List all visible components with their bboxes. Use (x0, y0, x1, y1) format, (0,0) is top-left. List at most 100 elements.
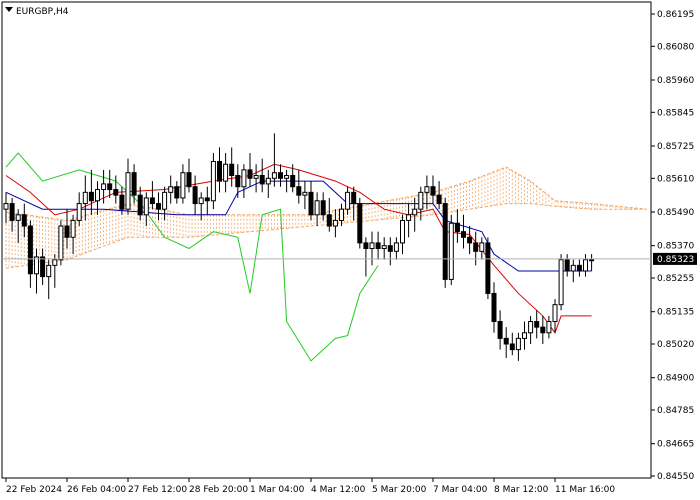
candle-body (46, 264, 52, 278)
candle-body (461, 231, 466, 238)
candle-body (393, 242, 399, 252)
candle-body (15, 214, 21, 221)
candle-body (314, 200, 320, 216)
y-tick-label: 0.85135 (657, 308, 694, 318)
candle-body (400, 219, 405, 244)
candle-body (406, 214, 412, 221)
candle-body (583, 259, 588, 272)
candle-body (503, 337, 509, 345)
candle-body (308, 191, 314, 216)
candle-body (509, 343, 515, 351)
candle-body (473, 242, 479, 252)
candle-body (326, 214, 332, 227)
candle-body (265, 177, 271, 185)
x-tick-label: 28 Feb 20:00 (189, 485, 248, 495)
candle-body (576, 264, 582, 272)
candle-body (528, 321, 534, 334)
candle-body (454, 222, 460, 233)
y-tick-label: 0.85845 (657, 108, 694, 118)
candle-body (253, 174, 259, 179)
candle-body (107, 183, 113, 191)
candle-body (424, 186, 430, 193)
y-tick-label: 0.85020 (657, 340, 694, 350)
candle-body (387, 245, 393, 252)
candle-body (58, 225, 64, 261)
y-tick-label: 0.85370 (657, 242, 694, 252)
candle-body (174, 186, 180, 199)
x-tick-label: 27 Feb 12:00 (128, 485, 187, 495)
candle-body (363, 242, 369, 250)
x-tick-label: 5 Mar 20:00 (372, 485, 427, 495)
candle-body (534, 321, 540, 328)
candle-body (369, 242, 375, 250)
candle-body (479, 242, 485, 252)
y-tick-label: 0.84550 (657, 472, 694, 482)
y-tick-label: 0.86195 (657, 10, 694, 20)
candle-body (198, 197, 204, 205)
candle-body (436, 194, 442, 205)
candle-body (76, 203, 82, 221)
candle-body (137, 194, 143, 216)
x-tick-label: 7 Mar 04:00 (433, 485, 488, 495)
candle-body (278, 172, 283, 179)
candle-body (302, 191, 308, 196)
candle-body (168, 186, 174, 193)
y-tick-label: 0.84785 (657, 406, 694, 416)
candle-body (375, 242, 381, 250)
candle-body (241, 169, 247, 188)
x-tick-label: 26 Feb 04:00 (67, 485, 126, 495)
candle-body (125, 172, 131, 210)
y-tick-label: 0.84900 (657, 374, 694, 384)
candle-body (3, 203, 9, 210)
candle-body (570, 264, 576, 272)
candle-body (223, 163, 229, 182)
candle-body (70, 219, 76, 238)
candle-body (345, 191, 351, 210)
candle-body (540, 326, 546, 334)
x-tick-label: 8 Mar 12:00 (494, 485, 549, 495)
y-tick-label: 0.84665 (657, 440, 694, 450)
candle-body (418, 191, 424, 210)
candle-body (442, 203, 448, 280)
candle-body (113, 189, 119, 196)
candle-body (491, 292, 497, 323)
candle-body (101, 183, 107, 191)
price-chart[interactable]: 0.86195 0.86080 0.85960 0.85845 0.85725 0.856… (0, 0, 700, 500)
candle-body (64, 225, 70, 238)
candle-body (552, 304, 558, 323)
candle-body (546, 321, 552, 334)
candle-body (180, 172, 186, 199)
candle-body (290, 174, 296, 188)
candle-body (210, 160, 216, 202)
candle-body (589, 259, 595, 262)
candle-body (186, 172, 192, 188)
candle-body (339, 208, 344, 221)
candle-body (558, 259, 564, 306)
candle-body (412, 208, 418, 216)
candle-body (564, 259, 570, 272)
x-tick-label: 1 Mar 04:00 (250, 485, 305, 495)
x-tick-label: 11 Mar 16:00 (555, 485, 615, 495)
candle-body (296, 186, 302, 196)
candle-body (162, 191, 168, 210)
candle-body (357, 203, 363, 244)
current-price-tag: 0.85323 (653, 252, 697, 265)
candle-body (156, 203, 161, 210)
x-axis: 22 Feb 2024 26 Feb 04:00 27 Feb 12:00 28 Fe… (5, 478, 615, 495)
candle-body (21, 214, 27, 227)
y-tick-label: 0.85490 (657, 208, 694, 218)
current-price-label: 0.85323 (657, 255, 694, 265)
candle-body (131, 172, 137, 196)
candle-body (259, 174, 265, 185)
candle-body (95, 189, 100, 202)
chart-title: EURGBP,H4 (16, 7, 69, 17)
candle-body (9, 203, 15, 221)
candle-body (485, 242, 491, 294)
candle-body (381, 245, 387, 250)
y-tick-label: 0.85255 (657, 274, 694, 284)
candle-body (149, 197, 155, 205)
candle-body (448, 222, 454, 280)
candle-body (27, 225, 33, 275)
candle-body (284, 174, 290, 179)
candle-body (52, 259, 58, 266)
